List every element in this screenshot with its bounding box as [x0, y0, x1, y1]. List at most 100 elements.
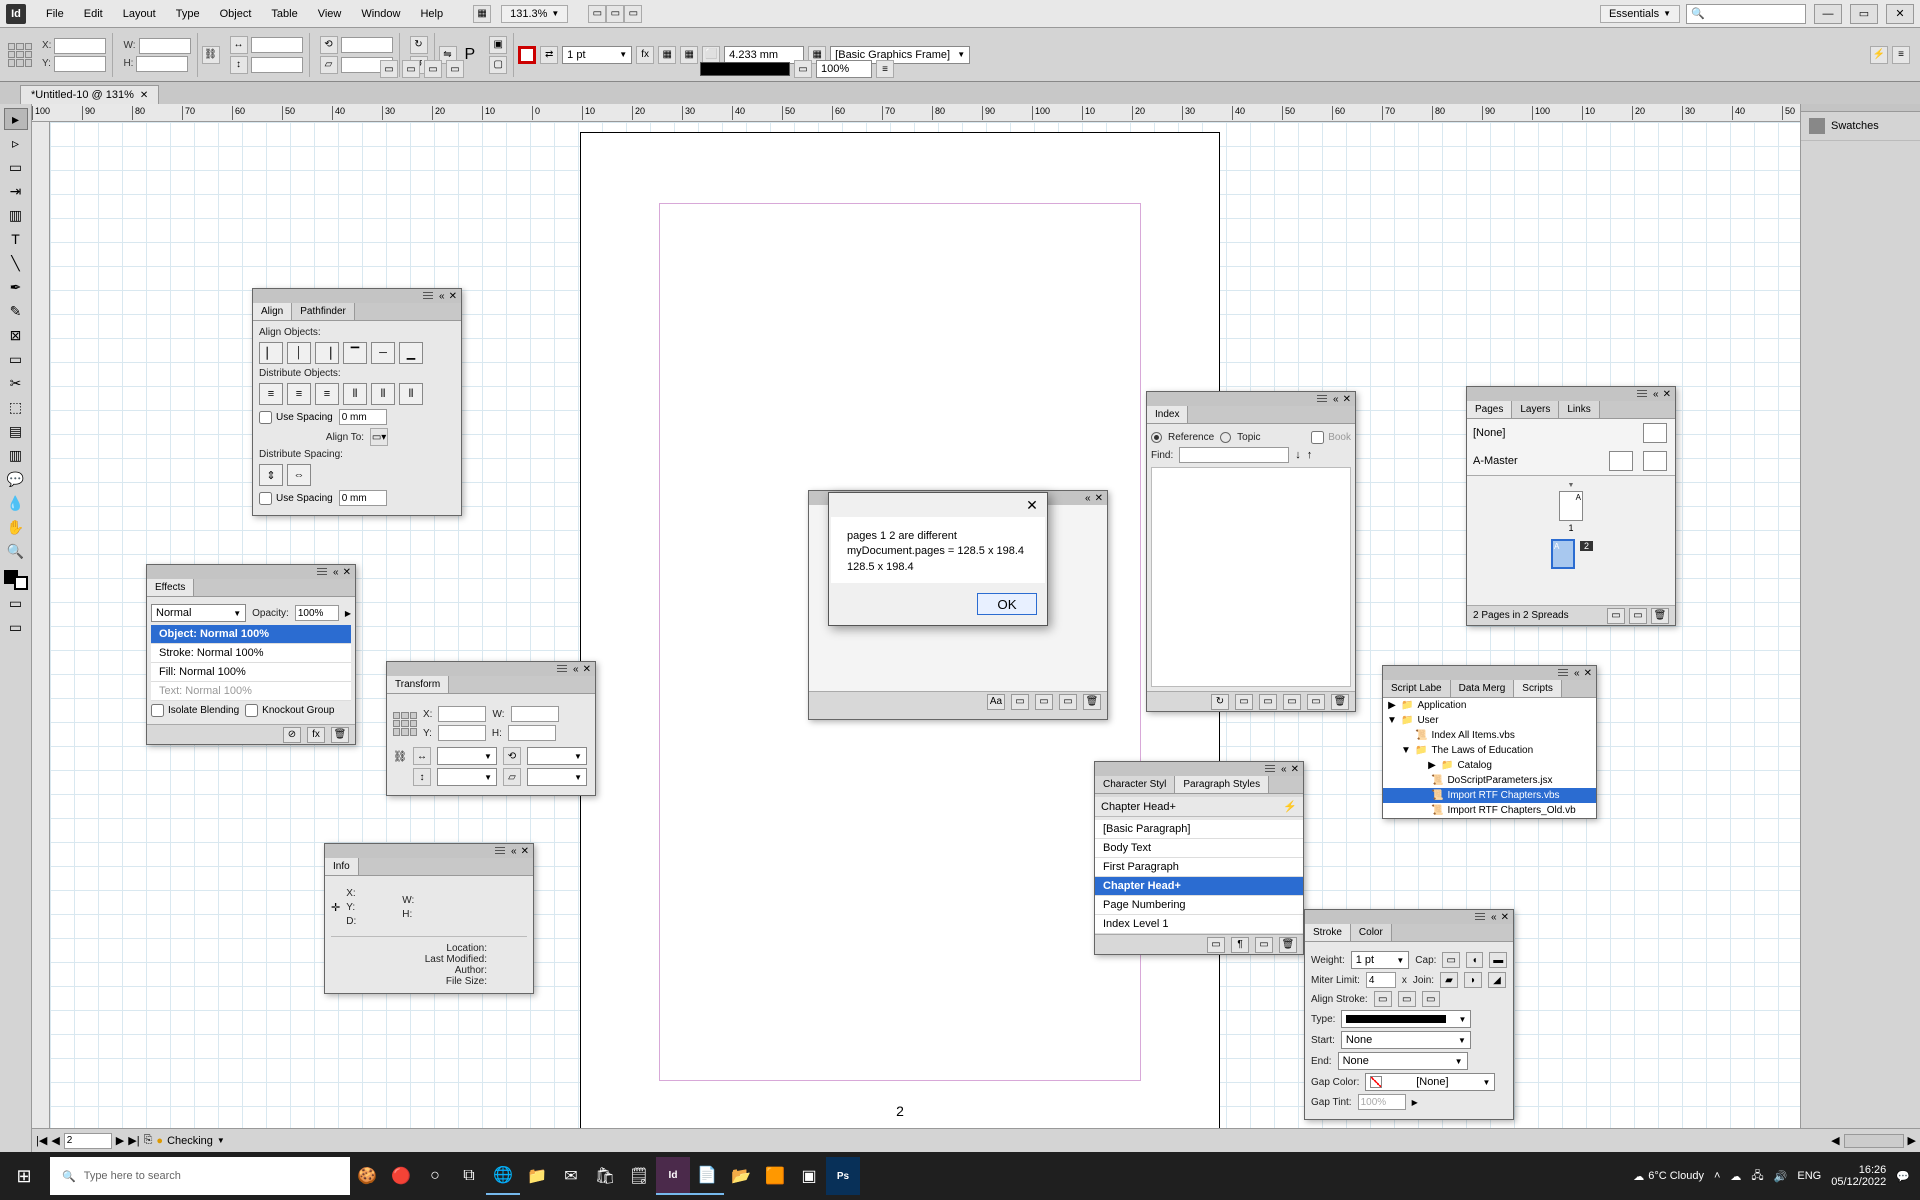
arrange-icon[interactable]: ▭	[624, 5, 642, 23]
edge-icon[interactable]: 🌐	[486, 1157, 520, 1195]
drop-shadow-icon[interactable]: ▭	[794, 60, 812, 78]
panel-menu-icon[interactable]	[1635, 388, 1649, 400]
generate-index-icon[interactable]: ▭	[1235, 694, 1253, 710]
gaptint-arrow-icon[interactable]: ▶	[1412, 1098, 1418, 1107]
volume-icon[interactable]: 🔊	[1774, 1170, 1788, 1183]
weight-field[interactable]: 1 pt▼	[1351, 951, 1410, 969]
isolate-blending[interactable]	[151, 704, 164, 717]
transform-refpoint[interactable]	[393, 712, 417, 736]
align-stroke-outside-icon[interactable]: ▭	[1422, 991, 1440, 1007]
panel-collapse-icon[interactable]: «	[573, 664, 579, 675]
close-tab-icon[interactable]: ✕	[140, 90, 148, 101]
btn2-icon[interactable]: ▭	[1035, 694, 1053, 710]
constrain-icon[interactable]: ⛓	[202, 46, 220, 64]
page-tool[interactable]: ▭	[4, 156, 28, 178]
panel-collapse-icon[interactable]: «	[1653, 389, 1659, 400]
tree-laws[interactable]: ▼📁The Laws of Education	[1383, 743, 1596, 758]
notes-icon[interactable]: 🗒	[622, 1157, 656, 1195]
panel-menu-icon[interactable]	[1263, 763, 1277, 775]
t-w[interactable]	[511, 706, 559, 722]
page-nav-last-icon[interactable]: ▶|	[128, 1134, 139, 1147]
mail-icon[interactable]: ✉	[554, 1157, 588, 1195]
panel-menu-icon[interactable]	[1315, 393, 1329, 405]
tree-index-all[interactable]: 📜Index All Items.vbs	[1383, 728, 1596, 743]
panel-menu-icon[interactable]	[493, 845, 507, 857]
help-search[interactable]: 🔍	[1686, 4, 1806, 24]
new-page-icon[interactable]: ▭	[1629, 608, 1647, 624]
t-scale-x[interactable]: ▼	[437, 747, 497, 765]
panel-menu-icon[interactable]	[1556, 667, 1570, 679]
panel-collapse-icon[interactable]: «	[511, 846, 517, 857]
panel-close-icon[interactable]: ✕	[1291, 764, 1299, 775]
spacing-1[interactable]	[339, 409, 387, 425]
tab-index[interactable]: Index	[1147, 406, 1188, 423]
maximize-button[interactable]: ▭	[1850, 4, 1878, 24]
fx-icon[interactable]: fx	[307, 727, 325, 743]
miter-field[interactable]	[1366, 972, 1396, 988]
type-tool[interactable]: T	[4, 228, 28, 250]
panel-collapse-icon[interactable]: «	[333, 567, 339, 578]
menu-window[interactable]: Window	[351, 4, 410, 24]
dist-right-icon[interactable]: ⦀	[399, 383, 423, 405]
menu-object[interactable]: Object	[210, 4, 262, 24]
quick-apply-icon[interactable]: ⚡	[1283, 800, 1297, 813]
select-content-icon[interactable]: ▣	[489, 36, 507, 54]
document-tab[interactable]: *Untitled-10 @ 131% ✕	[20, 85, 159, 104]
trash-icon[interactable]: 🗑	[1083, 694, 1101, 710]
h-field[interactable]	[136, 56, 188, 72]
fitting-icon-3[interactable]: ▭	[424, 60, 442, 78]
clock[interactable]: 16:26 05/12/2022	[1831, 1164, 1886, 1188]
t-scale-y[interactable]: ▼	[437, 768, 497, 786]
task-view-icon[interactable]: ⧉	[452, 1157, 486, 1195]
scissors-tool[interactable]: ✂	[4, 372, 28, 394]
cap-round-icon[interactable]: ◖	[1466, 952, 1484, 968]
join-bevel-icon[interactable]: ◢	[1488, 972, 1506, 988]
style-basic[interactable]: [Basic Paragraph]	[1095, 820, 1303, 839]
folder-icon[interactable]: 📂	[724, 1157, 758, 1195]
panel-menu-icon[interactable]	[315, 566, 329, 578]
panel-close-icon[interactable]: ✕	[583, 664, 591, 675]
page-thumb-2[interactable]: A	[1551, 539, 1575, 569]
terminal-icon[interactable]: ▣	[792, 1157, 826, 1195]
photoshop-icon[interactable]: Ps	[826, 1157, 860, 1195]
t-shear[interactable]: ▼	[527, 768, 587, 786]
master-none[interactable]: [None]	[1467, 419, 1675, 447]
dist-bottom-icon[interactable]: ≡	[315, 383, 339, 405]
gradient-feather-tool[interactable]: ▥	[4, 444, 28, 466]
index-list[interactable]	[1151, 467, 1351, 687]
fill-proxy[interactable]	[518, 46, 536, 64]
tab-data-merge[interactable]: Data Merg	[1451, 680, 1515, 697]
panel-close-icon[interactable]: ✕	[521, 846, 529, 857]
new-page-ref-icon[interactable]: ▭	[1307, 694, 1325, 710]
view-options-icon[interactable]: ▭	[588, 5, 606, 23]
menu-table[interactable]: Table	[261, 4, 307, 24]
menu-layout[interactable]: Layout	[113, 4, 166, 24]
panel-close-icon[interactable]: ✕	[343, 567, 351, 578]
fill-stroke-proxy[interactable]	[4, 570, 28, 590]
zoom-tool[interactable]: 🔍	[4, 540, 28, 562]
note-tool[interactable]: 💬	[4, 468, 28, 490]
style-body[interactable]: Body Text	[1095, 839, 1303, 858]
btn-icon[interactable]: Aa	[987, 694, 1005, 710]
pages-area[interactable]: ▼ A 1 A 2	[1467, 475, 1675, 605]
pen-tool[interactable]: ✒	[4, 276, 28, 298]
tab-para-styles[interactable]: Paragraph Styles	[1175, 776, 1269, 793]
align-to-menu[interactable]: ▭▾	[370, 428, 388, 446]
effects-icon[interactable]: fx	[636, 46, 654, 64]
clear-effects-icon[interactable]: ⊘	[283, 727, 301, 743]
reference-point[interactable]	[8, 43, 32, 67]
dist-hcenter-icon[interactable]: ⦀	[371, 383, 395, 405]
opacity-field[interactable]: 100%	[816, 60, 872, 78]
page-thumb-1[interactable]: A	[1559, 491, 1583, 521]
panel-collapse-icon[interactable]: «	[1281, 764, 1287, 775]
panel-collapse-icon[interactable]: «	[1085, 493, 1091, 504]
swatches-dock-button[interactable]: Swatches	[1801, 112, 1920, 141]
open-btn-icon[interactable]: ⎘	[144, 1134, 153, 1147]
menu-view[interactable]: View	[308, 4, 352, 24]
trash-icon[interactable]: 🗑	[331, 727, 349, 743]
trash-icon[interactable]: 🗑	[1331, 694, 1349, 710]
tab-script-label[interactable]: Script Labe	[1383, 680, 1451, 697]
screen-mode-icon[interactable]: ▭	[606, 5, 624, 23]
tab-color[interactable]: Color	[1351, 924, 1392, 941]
panel-menu-icon[interactable]	[555, 663, 569, 675]
